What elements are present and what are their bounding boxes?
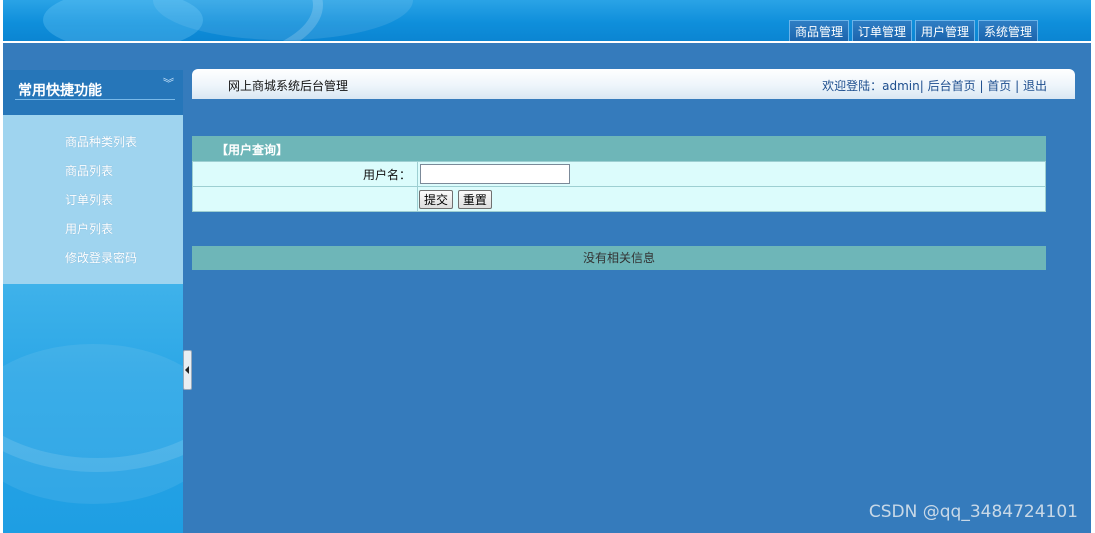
- submit-button[interactable]: 提交: [419, 189, 454, 209]
- username-label: 用户名：: [192, 161, 418, 187]
- username-input[interactable]: [420, 164, 570, 184]
- sidebar-item-product-categories[interactable]: 商品种类列表: [65, 133, 137, 150]
- form-row-username: 用户名：: [192, 161, 1046, 187]
- tab-user-management[interactable]: 用户管理: [915, 20, 976, 41]
- sidebar-swirl: [3, 344, 183, 504]
- admin-home-link[interactable]: 后台首页: [928, 79, 976, 93]
- user-welcome: 欢迎登陆：admin| 后台首页 | 首页 | 退出: [822, 77, 1047, 94]
- home-link[interactable]: 首页: [987, 79, 1011, 93]
- sidebar-item-orders[interactable]: 订单列表: [65, 191, 113, 208]
- actions-cell: 提交 重置: [417, 186, 1046, 212]
- sidebar-collapse-handle[interactable]: [183, 350, 192, 390]
- tab-system-management[interactable]: 系统管理: [978, 20, 1039, 41]
- top-nav: 商品管理 订单管理 用户管理 系统管理: [789, 20, 1039, 41]
- username-link[interactable]: admin: [882, 79, 920, 93]
- sidebar-item-products[interactable]: 商品列表: [65, 162, 113, 179]
- username-cell: [417, 161, 1046, 187]
- app-frame: 商品管理 订单管理 用户管理 系统管理 常用快捷功能 ︾ 商品种类列表 商品列表…: [3, 0, 1091, 533]
- sidebar-title-underline: [15, 99, 175, 100]
- double-chevron-down-icon[interactable]: ︾: [163, 78, 174, 89]
- separator: |: [919, 79, 928, 93]
- empty-cell: [192, 186, 418, 212]
- sidebar-title: 常用快捷功能: [18, 83, 102, 99]
- sidebar-header: 常用快捷功能 ︾: [3, 70, 183, 115]
- empty-results-bar: 没有相关信息: [192, 246, 1046, 270]
- arrow-left-icon: [185, 366, 189, 374]
- sidebar-item-change-password[interactable]: 修改登录密码: [65, 249, 137, 266]
- watermark-text: CSDN @qq_3484724101: [868, 502, 1078, 522]
- query-form: 用户名： 提交 重置: [192, 161, 1046, 212]
- separator: |: [1011, 79, 1023, 93]
- reset-button[interactable]: 重置: [457, 189, 492, 209]
- separator: |: [975, 79, 988, 93]
- logout-link[interactable]: 退出: [1023, 79, 1047, 93]
- welcome-label: 欢迎登陆：: [822, 79, 883, 93]
- sidebar-item-users[interactable]: 用户列表: [65, 220, 113, 237]
- sidebar-decoration: [3, 284, 183, 533]
- user-query-panel: 【用户查询】 用户名： 提交 重置: [192, 136, 1046, 212]
- tab-order-management[interactable]: 订单管理: [852, 20, 913, 41]
- page-title: 网上商城系统后台管理: [228, 79, 349, 93]
- banner-decoration: [43, 0, 203, 41]
- form-row-actions: 提交 重置: [192, 186, 1046, 212]
- panel-title: 【用户查询】: [192, 136, 1046, 161]
- sidebar-menu: 商品种类列表 商品列表 订单列表 用户列表 修改登录密码: [3, 115, 183, 284]
- content-header: 网上商城系统后台管理 欢迎登陆：admin| 后台首页 | 首页 | 退出: [192, 69, 1075, 99]
- top-banner: 商品管理 订单管理 用户管理 系统管理: [3, 0, 1091, 41]
- tab-product-management[interactable]: 商品管理: [789, 20, 850, 41]
